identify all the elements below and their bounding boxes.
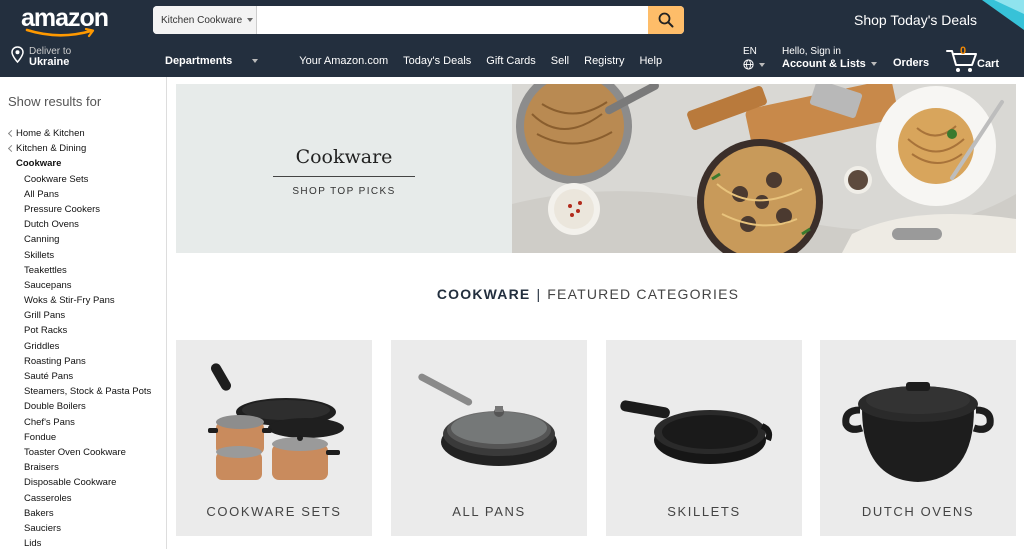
language-selector[interactable]: EN [743,46,765,70]
search-category-dropdown[interactable]: Kitchen Cookware [153,6,257,34]
top-nav: amazon Kitchen Cookware Shop Today's Dea… [0,0,1024,41]
hero-text-panel: Cookware SHOP TOP PICKS [176,84,512,253]
category-item[interactable]: Toaster Oven Cookware [8,445,151,460]
featured-title-separator: | [536,286,542,302]
tile-label: ALL PANS [452,504,526,519]
cart-button[interactable]: 0 Cart [946,45,1016,75]
category-tile-skillets[interactable]: SKILLETS [606,340,802,536]
cart-count: 0 [960,45,967,57]
category-item[interactable]: Pot Racks [8,323,151,338]
category-tile-cookware-sets[interactable]: COOKWARE SETS [176,340,372,536]
pasta-dishes-image [512,84,1016,253]
account-lists-label: Account & Lists [782,58,866,70]
amazon-logo[interactable]: amazon [21,4,109,38]
tile-label: DUTCH OVENS [861,504,975,519]
globe-icon [743,59,754,70]
search-button[interactable] [648,6,684,34]
sign-in-greeting: Hello, Sign in [782,46,841,57]
category-item[interactable]: Griddles [8,339,151,354]
category-item[interactable]: All Pans [8,187,151,202]
category-item[interactable]: Disposable Cookware [8,475,151,490]
category-item[interactable]: Sauciers [8,521,151,536]
category-item[interactable]: Teakettles [8,263,151,278]
cart-label: Cart [977,58,1000,70]
hero-divider [273,176,415,177]
logo-smile-icon [25,28,95,38]
category-item[interactable]: Fondue [8,430,151,445]
category-item[interactable]: Bakers [8,506,151,521]
search-category-label: Kitchen Cookware [161,14,243,26]
deliver-country: Ukraine [29,56,70,68]
hero-title: Cookware [295,146,393,168]
nav-link-todays-deals[interactable]: Today's Deals [403,55,471,67]
chevron-down-icon [247,18,254,22]
tile-label: COOKWARE SETS [206,504,342,519]
category-item[interactable]: Braisers [8,460,151,475]
category-item[interactable]: Skillets [8,248,151,263]
cookware-set-image [208,363,344,480]
hero-cta[interactable]: SHOP TOP PICKS [176,186,512,197]
category-list: Home & Kitchen Kitchen & Dining Cookware… [8,126,151,551]
category-item[interactable]: Cookware Sets [8,172,151,187]
category-item[interactable]: Roasting Pans [8,354,151,369]
chevron-down-icon [870,62,877,66]
nav-link-help[interactable]: Help [639,55,662,67]
sidebar-heading: Show results for [8,94,102,109]
search-bar: Kitchen Cookware [153,6,684,34]
category-parent-home-kitchen[interactable]: Home & Kitchen [8,126,151,141]
category-current-cookware: Cookware [16,158,62,170]
nav-link-gift-cards[interactable]: Gift Cards [486,55,536,67]
category-item[interactable]: Steamers, Stock & Pasta Pots [8,384,151,399]
hero-banner[interactable]: Cookware SHOP TOP PICKS [176,84,1016,253]
departments-label: Departments [165,55,233,67]
category-item[interactable]: Grill Pans [8,308,151,323]
nav-link-registry[interactable]: Registry [584,55,624,67]
todays-deals-promo[interactable]: Shop Today's Deals [824,0,1024,41]
departments-menu[interactable]: Departments [165,55,273,67]
category-item[interactable]: Casseroles [8,491,151,506]
chevron-down-icon [252,59,259,63]
search-icon [658,12,674,28]
category-item[interactable]: Canning [8,232,151,247]
category-tile-all-pans[interactable]: ALL PANS [391,340,587,536]
category-parent-kitchen-dining[interactable]: Kitchen & Dining [8,141,151,156]
account-menu[interactable]: Hello, Sign in Account & Lists [782,46,877,70]
sub-nav: Deliver to Ukraine Departments Your Amaz… [0,41,1024,77]
category-tile-dutch-ovens[interactable]: DUTCH OVENS [820,340,1016,536]
deliver-to[interactable]: Deliver to Ukraine [11,46,71,68]
location-pin-icon [11,46,24,64]
featured-title-sub: FEATURED CATEGORIES [547,286,740,302]
featured-categories: COOKWARE SETS ALL PANS SKILLETS DUTCH OV… [176,340,1016,536]
category-item[interactable]: Double Boilers [8,399,151,414]
tile-label: SKILLETS [667,504,741,519]
frying-pan-with-lid-image [418,373,557,466]
dutch-oven-image [842,382,994,482]
orders-link[interactable]: Orders [893,57,929,69]
nav-link-your-amazon[interactable]: Your Amazon.com [299,55,388,67]
nav-link-sell[interactable]: Sell [551,55,569,67]
cast-iron-skillet-image [620,400,773,464]
search-input[interactable] [257,6,648,34]
refinement-sidebar: Show results for Home & Kitchen Kitchen … [0,77,167,549]
promo-text: Shop Today's Deals [854,12,978,28]
featured-categories-heading: COOKWARE | FEATURED CATEGORIES [0,286,1024,302]
chevron-down-icon [759,62,765,67]
category-item[interactable]: Pressure Cookers [8,202,151,217]
nav-links: Departments Your Amazon.com Today's Deal… [165,55,677,67]
category-item[interactable]: Chef's Pans [8,415,151,430]
category-item[interactable]: Dutch Ovens [8,217,151,232]
featured-title-main: COOKWARE [436,286,531,302]
category-item[interactable]: Sauté Pans [8,369,151,384]
language-code: EN [743,46,757,57]
